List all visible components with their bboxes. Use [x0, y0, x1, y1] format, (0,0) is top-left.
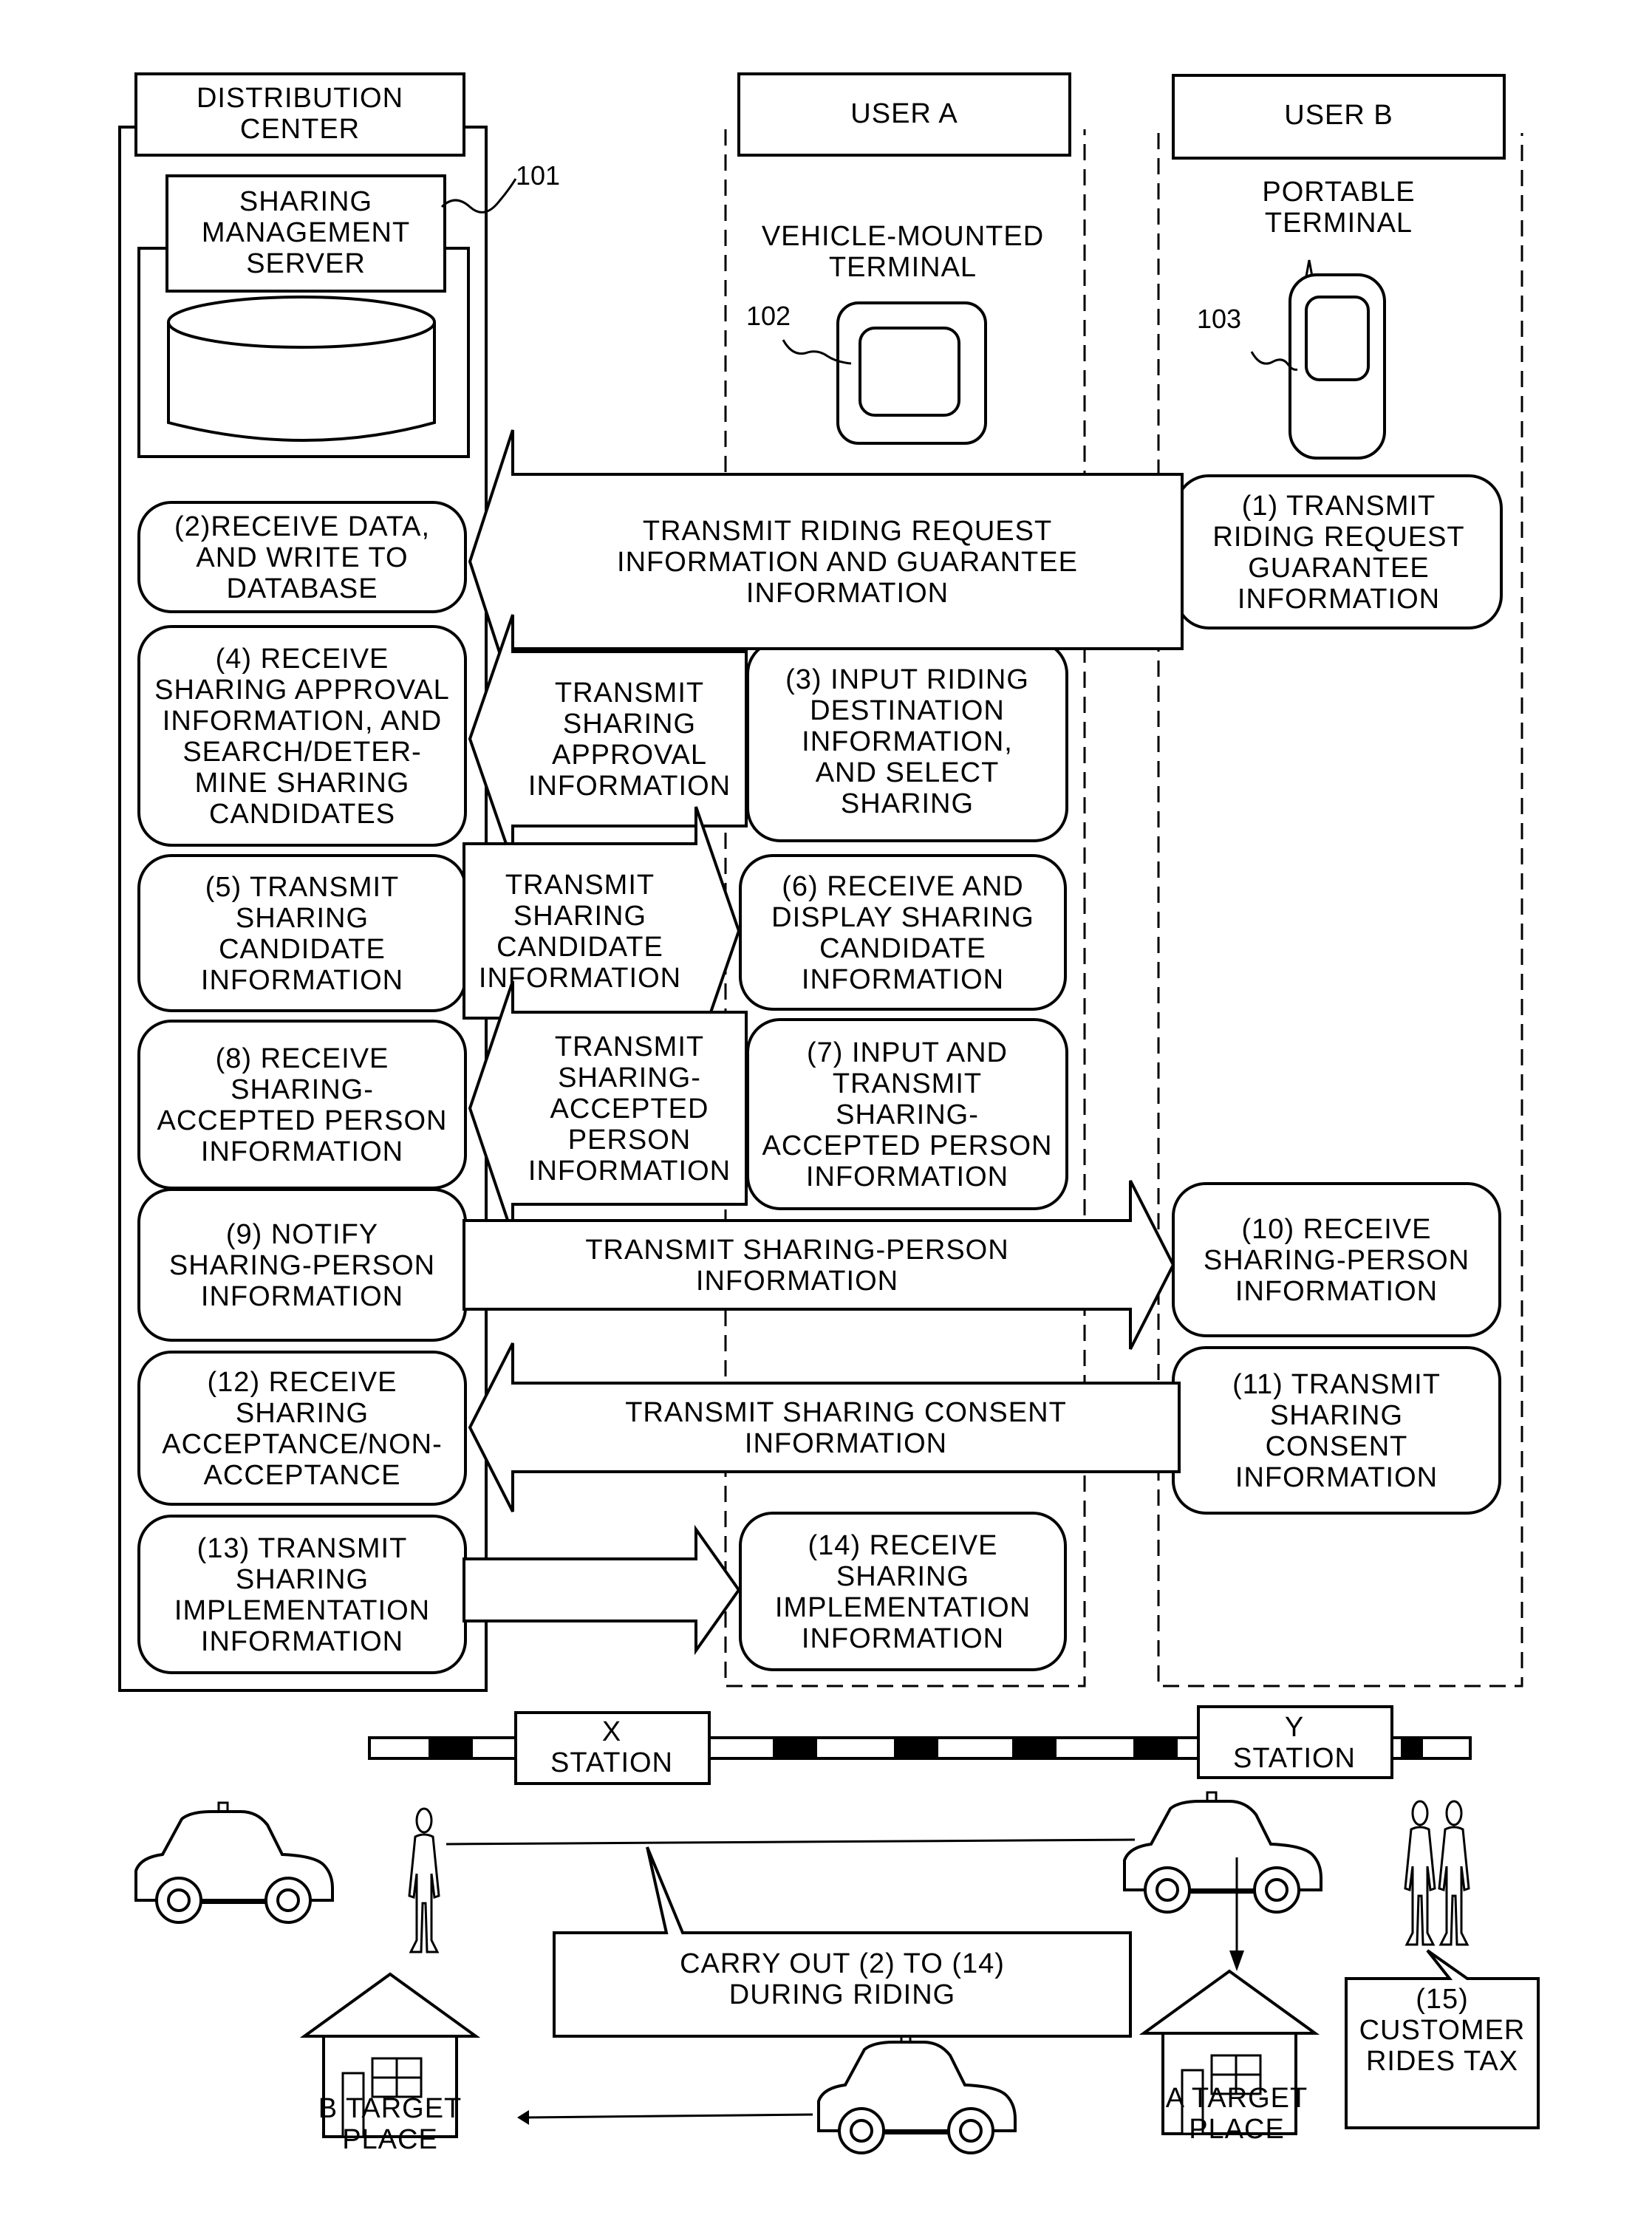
- riding-path-line: [446, 1838, 1136, 1846]
- step-box-12: (12) RECEIVE SHARING ACCEPTANCE/NON-ACCEPT…: [137, 1351, 467, 1506]
- block-arrow-text: TRANSMIT SHARING CANDIDATE INFORMATION: [479, 870, 681, 994]
- user-a-label: USER A: [850, 98, 958, 129]
- block-arrow-text: TRANSMIT SHARING-ACCEPTED PERSON INFORMATIO…: [528, 1031, 731, 1187]
- person-icon: [1438, 1800, 1470, 1946]
- user-b-label: USER B: [1284, 100, 1393, 131]
- step-box-13: (13) TRANSMIT SHARING IMPLEMENTATION INFORM…: [137, 1515, 467, 1674]
- portable-terminal-ref-number: 103: [1197, 304, 1241, 334]
- step-box-text: (13) TRANSMIT SHARING IMPLEMENTATION INFORM…: [174, 1533, 430, 1657]
- step-box-10: (10) RECEIVE SHARING-PERSON INFORMATION: [1172, 1182, 1501, 1337]
- customer-callout: (15) CUSTOMER RIDES TAX: [1345, 1949, 1540, 2129]
- person-user-b-1: [1404, 1800, 1436, 1946]
- railway-tie: [1012, 1738, 1057, 1758]
- sharing-sequence-diagram: DISTRIBUTION CENTER USER A USER B SHARING…: [118, 72, 1540, 2155]
- vehicle-terminal-ref-number: 102: [746, 301, 791, 331]
- step-box-14: (14) RECEIVE SHARING IMPLEMENTATION INFORMA…: [739, 1512, 1067, 1671]
- step-box-text: (1) TRANSMIT RIDING REQUEST GUARANTEE INFOR…: [1212, 491, 1464, 615]
- left-arrow-to-b-target: [517, 2110, 813, 2125]
- step-box-7: (7) INPUT AND TRANSMIT SHARING-ACCEPTED PE…: [746, 1018, 1068, 1210]
- block-arrow-text: TRANSMIT SHARING APPROVAL INFORMATION: [528, 678, 731, 802]
- railway-tie: [429, 1738, 473, 1758]
- person-icon: [1404, 1800, 1436, 1946]
- vehicle-terminal-screen-icon: [859, 327, 960, 417]
- taxi-icon: [819, 2033, 1015, 2153]
- step-box-2: (2)RECEIVE DATA, AND WRITE TO DATABASE: [137, 501, 467, 613]
- railway-tie: [1401, 1738, 1423, 1758]
- vehicle-mounted-terminal: VEHICLE-MOUNTED TERMINAL 102: [746, 221, 1044, 445]
- taxi-left: [136, 1803, 332, 1922]
- block-arrow-13: [463, 1524, 741, 1656]
- person-icon: [408, 1807, 440, 1953]
- step-box-1: (1) TRANSMIT RIDING REQUEST GUARANTEE INFOR…: [1175, 474, 1503, 629]
- step-box-text: (5) TRANSMIT SHARING CANDIDATE INFORMATION: [201, 872, 403, 996]
- step-box-3: (3) INPUT RIDING DESTINATION INFORMATION, A…: [746, 640, 1068, 842]
- arrow-right-icon: [463, 1524, 741, 1656]
- step-box-8: (8) RECEIVE SHARING-ACCEPTED PERSON INFORM…: [137, 1020, 467, 1190]
- person-user-b-2: [1438, 1800, 1470, 1946]
- block-arrow-3: TRANSMIT SHARING APPROVAL INFORMATION: [468, 614, 748, 864]
- railway-tie: [894, 1738, 938, 1758]
- step-box-4: (4) RECEIVE SHARING APPROVAL INFORMATION, …: [137, 625, 467, 847]
- step-box-text: (14) RECEIVE SHARING IMPLEMENTATION INFORMA…: [775, 1530, 1031, 1654]
- person-user-a: [408, 1807, 440, 1953]
- step-box-5: (5) TRANSMIT SHARING CANDIDATE INFORMATION: [137, 854, 467, 1012]
- vehicle-terminal-label: VEHICLE-MOUNTED TERMINAL: [762, 221, 1044, 283]
- block-arrow-7: TRANSMIT SHARING-ACCEPTED PERSON INFORMATIO…: [468, 980, 748, 1236]
- step-boxes: (1) TRANSMIT RIDING REQUEST GUARANTEE INFOR…: [137, 474, 1503, 1674]
- block-arrow-11: TRANSMIT SHARING CONSENT INFORMATION: [468, 1342, 1181, 1512]
- taxi-icon: [136, 1803, 332, 1922]
- taxi-bottom: [819, 2033, 1015, 2153]
- server-ref-number: 101: [516, 160, 560, 191]
- database-icon: [167, 296, 436, 442]
- taxi-right: [1124, 1792, 1321, 1912]
- sharing-management-server: SHARING MANAGEMENT SERVER 101: [137, 160, 560, 458]
- step-box-9: (9) NOTIFY SHARING-PERSON INFORMATION: [137, 1188, 467, 1342]
- taxi-icon: [1124, 1792, 1321, 1912]
- riding-callout: CARRY OUT (2) TO (14) DURING RIDING: [553, 1846, 1132, 2038]
- railway-tie: [773, 1738, 817, 1758]
- portable-terminal-label: PORTABLE TERMINAL: [1262, 177, 1415, 239]
- step-box-6: (6) RECEIVE AND DISPLAY SHARING CANDIDATE I…: [739, 854, 1067, 1011]
- railway-line: X STATION Y STATION: [368, 1705, 1472, 1785]
- portable-terminal: PORTABLE TERMINAL 103: [1197, 177, 1415, 460]
- railway-tie: [1133, 1738, 1178, 1758]
- step-box-text: (10) RECEIVE SHARING-PERSON INFORMATION: [1204, 1214, 1470, 1307]
- step-box-11: (11) TRANSMIT SHARING CONSENT INFORMATION: [1172, 1346, 1501, 1515]
- portable-terminal-screen-icon: [1305, 296, 1370, 381]
